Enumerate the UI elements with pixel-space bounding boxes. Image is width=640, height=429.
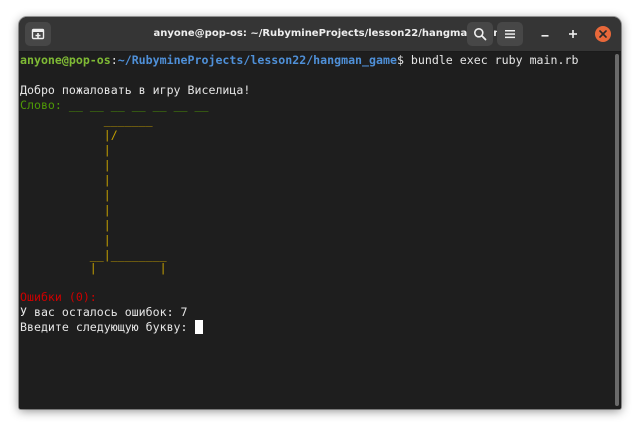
prompt-separator: :: [110, 53, 118, 67]
word-line: Слово: __ __ __ __ __ __ __: [20, 98, 208, 113]
maximize-icon: [569, 30, 577, 38]
maximize-button[interactable]: [562, 22, 584, 46]
input-line[interactable]: Введите следующую букву:: [20, 320, 203, 335]
gallows-line: |: [20, 158, 111, 172]
word-label: Слово:: [20, 98, 69, 112]
gallows-line: | |: [20, 261, 167, 275]
prompt-symbol: $: [396, 53, 411, 67]
gallows-line: |: [20, 173, 111, 187]
prompt-line: anyone@pop-os:~/RubymineProjects/lesson2…: [20, 53, 578, 68]
new-tab-icon: [31, 28, 45, 40]
prompt-path: ~/RubymineProjects/lesson22/hangman_game: [117, 53, 397, 67]
window-title: anyone@pop-os: ~/RubymineProjects/lesson…: [153, 28, 511, 39]
input-prompt: Введите следующую букву:: [20, 320, 195, 334]
scrollbar[interactable]: [613, 52, 621, 409]
title-bar[interactable]: anyone@pop-os: ~/RubymineProjects/lesson…: [19, 17, 621, 52]
gallows-line: |: [20, 233, 111, 247]
minimize-icon: [541, 35, 549, 37]
close-icon: [599, 30, 607, 38]
minimize-button[interactable]: [534, 22, 556, 46]
menu-button[interactable]: [497, 22, 523, 46]
gallows-line: |/: [20, 128, 118, 142]
gallows-line: _______: [20, 113, 153, 127]
gallows-line: |: [20, 203, 111, 217]
terminal-output[interactable]: anyone@pop-os:~/RubymineProjects/lesson2…: [19, 52, 613, 409]
terminal-window: anyone@pop-os: ~/RubymineProjects/lesson…: [19, 17, 621, 409]
gallows-line: |: [20, 218, 111, 232]
errors-label: Ошибки (0):: [20, 290, 97, 304]
gallows-line: |: [20, 188, 111, 202]
hamburger-menu-icon: [505, 30, 515, 39]
close-button[interactable]: [595, 26, 611, 42]
errors-left-text: У вас осталось ошибок: 7: [20, 305, 188, 319]
gallows-line: |: [20, 143, 111, 157]
search-button[interactable]: [467, 22, 493, 46]
text-cursor: [194, 320, 203, 334]
new-tab-button[interactable]: [25, 22, 51, 46]
prompt-user: anyone@pop-os: [20, 53, 111, 67]
welcome-text: Добро пожаловать в игру Виселица!: [20, 83, 251, 97]
search-icon: [474, 28, 487, 41]
command-text: bundle exec ruby main.rb: [410, 53, 579, 67]
scrollbar-thumb[interactable]: [615, 54, 619, 406]
word-mask: __ __ __ __ __ __ __: [68, 98, 209, 112]
